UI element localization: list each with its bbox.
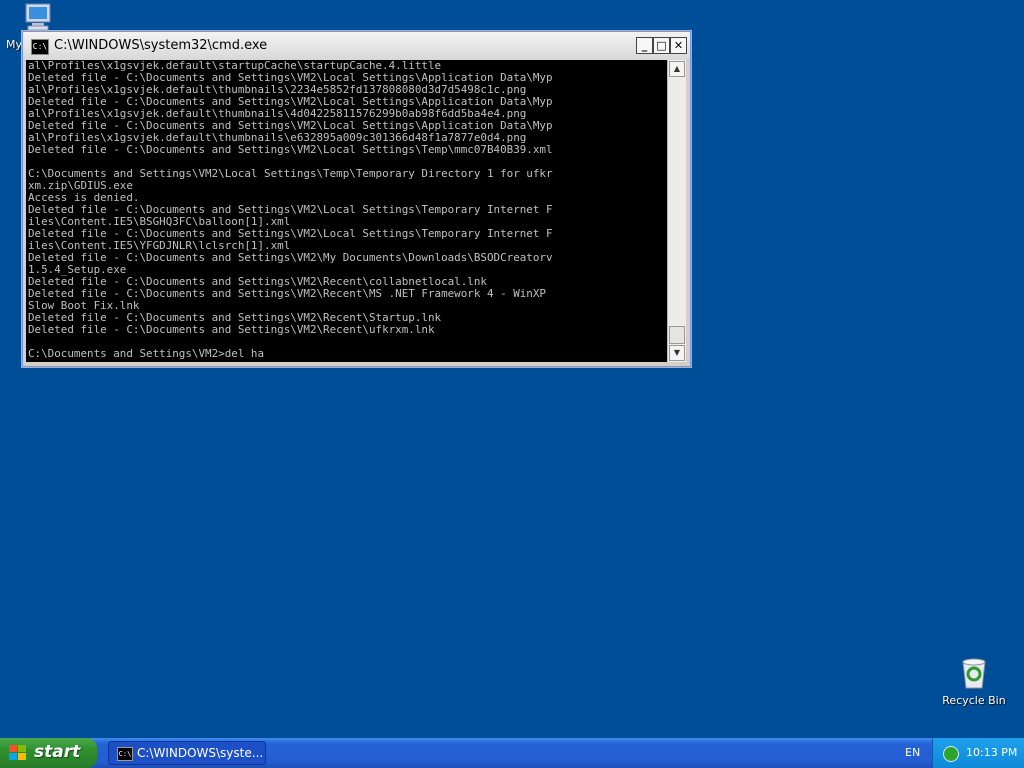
scrollbar-thumb[interactable] (669, 326, 685, 344)
cmd-icon: C:\ (117, 747, 133, 761)
windows-flag-icon (9, 745, 27, 761)
system-tray: 10:13 PM (932, 738, 1024, 768)
maximize-button[interactable]: □ (653, 37, 670, 54)
clock[interactable]: 10:13 PM (966, 746, 1017, 759)
console-line: Deleted file - C:\Documents and Settings… (28, 323, 435, 336)
recycle-bin[interactable]: Recycle Bin (940, 656, 1008, 707)
recycle-bin-label: Recycle Bin (942, 694, 1006, 707)
minimize-button[interactable]: _ (636, 37, 653, 54)
close-button[interactable]: ✕ (670, 37, 687, 54)
start-label: start (34, 742, 81, 762)
scroll-up-arrow-icon[interactable]: ▲ (669, 61, 685, 77)
taskbar-item-label: C:\WINDOWS\syste... (137, 746, 264, 760)
console-line: C:\Documents and Settings\VM2>del ha (28, 347, 265, 360)
taskbar-item-cmd[interactable]: C:\ C:\WINDOWS\syste... (108, 741, 266, 765)
computer-icon (22, 2, 54, 32)
console-output[interactable]: al\Profiles\x1gsvjek.default\startupCach… (26, 60, 667, 362)
title-bar[interactable]: C:\ C:\WINDOWS\system32\cmd.exe _ □ ✕ (23, 32, 690, 61)
console-line: Deleted file - C:\Documents and Settings… (28, 143, 553, 156)
recycle-bin-icon (958, 656, 990, 690)
network-icon[interactable] (943, 746, 959, 762)
cmd-icon: C:\ (31, 39, 49, 55)
window-title: C:\WINDOWS\system32\cmd.exe (54, 38, 268, 53)
my-computer-label: My (6, 38, 23, 51)
scroll-down-arrow-icon[interactable]: ▼ (669, 345, 685, 361)
start-button[interactable]: start (0, 738, 97, 768)
cmd-window[interactable]: C:\ C:\WINDOWS\system32\cmd.exe _ □ ✕ al… (21, 30, 692, 368)
taskbar: start C:\ C:\WINDOWS\syste... EN 10:13 P… (0, 738, 1024, 768)
language-indicator[interactable]: EN (905, 746, 920, 759)
vertical-scrollbar[interactable]: ▲ ▼ (667, 60, 686, 362)
